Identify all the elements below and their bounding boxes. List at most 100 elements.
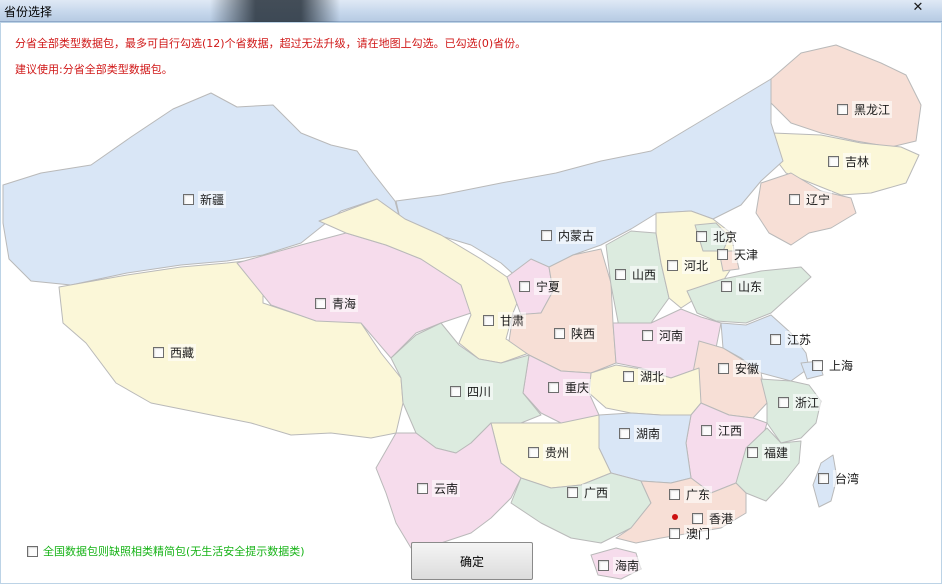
province-checkbox-yunnan[interactable]: 云南 <box>417 479 461 497</box>
window-title: 省份选择 <box>4 5 53 19</box>
checkbox-icon[interactable] <box>818 472 829 484</box>
province-label-xinjiang: 新疆 <box>198 190 227 208</box>
province-label-hebei: 河北 <box>682 256 711 274</box>
province-checkbox-xinjiang[interactable]: 新疆 <box>183 190 227 208</box>
checkbox-icon[interactable] <box>153 346 164 358</box>
region-heilongjiang <box>770 44 922 148</box>
province-checkbox-jiangxi[interactable]: 江西 <box>701 421 745 439</box>
province-checkbox-hainan[interactable]: 海南 <box>598 556 642 574</box>
checkbox-icon[interactable] <box>541 229 552 241</box>
checkbox-icon[interactable] <box>718 362 729 374</box>
region-hunan <box>598 412 692 484</box>
province-checkbox-taiwan[interactable]: 台湾 <box>818 469 862 487</box>
notice-line-2: 建议使用:分省全部类型数据包。 <box>15 63 173 76</box>
province-checkbox-gansu[interactable]: 甘肃 <box>483 311 527 329</box>
province-label-shanghai: 上海 <box>827 356 856 374</box>
province-checkbox-anhui[interactable]: 安徽 <box>718 359 762 377</box>
province-checkbox-ningxia[interactable]: 宁夏 <box>519 277 563 295</box>
checkbox-icon[interactable] <box>770 333 781 345</box>
province-checkbox-henan[interactable]: 河南 <box>642 326 686 344</box>
checkbox-icon[interactable] <box>528 446 539 458</box>
province-label-henan: 河南 <box>657 326 686 344</box>
checkbox-icon[interactable] <box>598 559 609 571</box>
province-checkbox-tianjin[interactable]: 天津 <box>717 245 761 263</box>
province-label-fujian: 福建 <box>762 443 791 461</box>
close-button[interactable]: ✕ <box>898 0 938 17</box>
province-label-guangdong: 广东 <box>684 485 713 503</box>
checkbox-icon[interactable] <box>717 248 728 260</box>
province-checkbox-sichuan[interactable]: 四川 <box>450 382 494 400</box>
province-checkbox-heilongjiang[interactable]: 黑龙江 <box>837 100 893 118</box>
province-label-taiwan: 台湾 <box>833 469 862 487</box>
province-checkbox-jilin[interactable]: 吉林 <box>828 152 872 170</box>
province-label-hunan: 湖南 <box>634 424 663 442</box>
province-label-sichuan: 四川 <box>465 382 494 400</box>
checkbox-icon[interactable] <box>183 193 194 205</box>
checkbox-icon[interactable] <box>828 155 839 167</box>
checkbox-icon[interactable] <box>619 427 630 439</box>
checkbox-icon[interactable] <box>27 545 38 557</box>
province-checkbox-neimenggu[interactable]: 内蒙古 <box>541 226 597 244</box>
province-checkbox-shaanxi[interactable]: 陕西 <box>554 324 598 342</box>
checkbox-icon[interactable] <box>667 259 678 271</box>
national-lite-package-option[interactable]: 全国数据包则缺照相类精简包(无生活安全提示数据类) <box>27 543 305 559</box>
province-label-liaoning: 辽宁 <box>804 190 833 208</box>
province-checkbox-shanghai[interactable]: 上海 <box>812 356 856 374</box>
province-checkbox-jiangsu[interactable]: 江苏 <box>770 330 814 348</box>
ok-button[interactable]: 确定 <box>411 542 533 580</box>
province-label-aomen: 澳门 <box>684 524 713 542</box>
checkbox-icon[interactable] <box>642 329 653 341</box>
checkbox-icon[interactable] <box>837 103 848 115</box>
province-checkbox-hubei[interactable]: 湖北 <box>623 367 667 385</box>
checkbox-icon[interactable] <box>747 446 758 458</box>
checkbox-icon[interactable] <box>669 488 680 500</box>
title-bar-decoration <box>210 0 340 22</box>
province-checkbox-guangdong[interactable]: 广东 <box>669 485 713 503</box>
province-checkbox-qinghai[interactable]: 青海 <box>315 294 359 312</box>
checkbox-icon[interactable] <box>721 280 732 292</box>
checkbox-icon[interactable] <box>669 527 680 539</box>
checkbox-icon[interactable] <box>450 385 461 397</box>
checkbox-icon[interactable] <box>701 424 712 436</box>
province-label-shandong: 山东 <box>736 277 765 295</box>
checkbox-icon[interactable] <box>623 370 634 382</box>
province-checkbox-guizhou[interactable]: 贵州 <box>528 443 572 461</box>
checkbox-icon[interactable] <box>615 268 626 280</box>
province-checkbox-zhejiang[interactable]: 浙江 <box>778 393 822 411</box>
province-checkbox-hebei[interactable]: 河北 <box>667 256 711 274</box>
checkbox-icon[interactable] <box>812 359 823 371</box>
checkbox-icon[interactable] <box>519 280 530 292</box>
province-label-jiangsu: 江苏 <box>785 330 814 348</box>
checkbox-icon[interactable] <box>789 193 800 205</box>
checkbox-icon[interactable] <box>567 486 578 498</box>
province-checkbox-aomen[interactable]: 澳门 <box>669 524 713 542</box>
province-label-beijing: 北京 <box>711 227 740 245</box>
china-map <box>2 44 922 580</box>
province-label-neimenggu: 内蒙古 <box>556 226 597 244</box>
province-label-gansu: 甘肃 <box>498 311 527 329</box>
province-checkbox-shanxi[interactable]: 山西 <box>615 265 659 283</box>
dialog-content: 分省全部类型数据包，最多可自行勾选(12)个省数据，超过无法升级，请在地图上勾选… <box>1 23 941 583</box>
province-label-guangxi: 广西 <box>582 483 611 501</box>
checkbox-icon[interactable] <box>548 381 559 393</box>
province-checkbox-fujian[interactable]: 福建 <box>747 443 791 461</box>
checkbox-icon[interactable] <box>483 314 494 326</box>
checkbox-icon[interactable] <box>417 482 428 494</box>
province-label-tianjin: 天津 <box>732 245 761 263</box>
province-checkbox-shandong[interactable]: 山东 <box>721 277 765 295</box>
checkbox-icon[interactable] <box>696 230 707 242</box>
province-label-shanxi: 山西 <box>630 265 659 283</box>
province-checkbox-chongqing[interactable]: 重庆 <box>548 378 592 396</box>
province-label-hubei: 湖北 <box>638 367 667 385</box>
province-checkbox-guangxi[interactable]: 广西 <box>567 483 611 501</box>
province-label-chongqing: 重庆 <box>563 378 592 396</box>
province-checkbox-hunan[interactable]: 湖南 <box>619 424 663 442</box>
checkbox-icon[interactable] <box>315 297 326 309</box>
checkbox-icon[interactable] <box>692 512 703 524</box>
province-checkbox-liaoning[interactable]: 辽宁 <box>789 190 833 208</box>
province-checkbox-beijing[interactable]: 北京 <box>696 227 740 245</box>
province-label-zhejiang: 浙江 <box>793 393 822 411</box>
checkbox-icon[interactable] <box>778 396 789 408</box>
province-checkbox-xizang[interactable]: 西藏 <box>153 343 197 361</box>
checkbox-icon[interactable] <box>554 327 565 339</box>
